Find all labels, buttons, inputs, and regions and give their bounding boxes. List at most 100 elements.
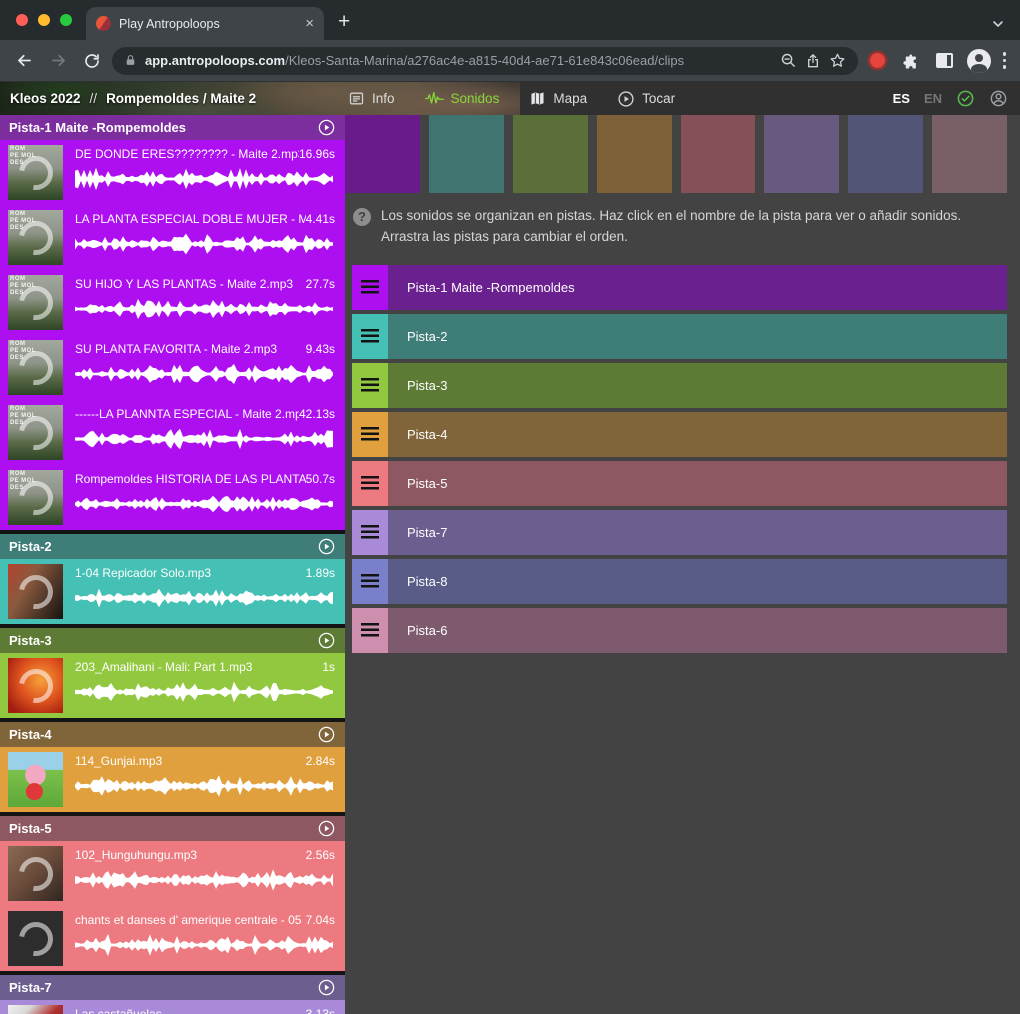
track-row-name[interactable]: Pista-2 xyxy=(388,314,1007,359)
waveform xyxy=(75,361,335,387)
track-row-pista1[interactable]: Pista-1 Maite -Rompemoldes xyxy=(352,265,1007,310)
recording-indicator-icon[interactable] xyxy=(870,53,885,68)
clip-title: DE DONDE ERES???????? - Maite 2.mp3 xyxy=(75,147,299,161)
breadcrumb-project[interactable]: Kleos 2022 xyxy=(10,91,81,106)
track-name: Pista-4 xyxy=(9,727,52,742)
account-icon[interactable] xyxy=(989,89,1008,108)
new-tab-button[interactable]: + xyxy=(338,10,350,34)
drag-handle-icon[interactable] xyxy=(352,608,388,653)
audio-clip[interactable]: 203_Amalihani - Mali: Part 1.mp3 1s xyxy=(0,653,345,718)
drag-handle-icon[interactable] xyxy=(352,461,388,506)
track-name: Pista-3 xyxy=(9,633,52,648)
audio-clip[interactable]: 102_Hunguhungu.mp3 2.56s xyxy=(0,841,345,906)
track-row-pista3[interactable]: Pista-3 xyxy=(352,363,1007,408)
extensions-puzzle-icon[interactable] xyxy=(897,47,925,75)
audio-clip[interactable]: 1-04 Repicador Solo.mp3 1.89s xyxy=(0,559,345,624)
tab-sonidos[interactable]: Sonidos xyxy=(425,91,500,106)
status-check-icon[interactable] xyxy=(956,89,975,108)
clip-duration: 1.89s xyxy=(306,566,335,580)
clip-thumbnail xyxy=(8,1005,63,1014)
play-track-button[interactable] xyxy=(317,118,336,137)
clip-title: Las castañuelas xyxy=(75,1007,306,1014)
track-header[interactable]: Pista-7 xyxy=(0,975,345,1000)
audio-clip[interactable]: ROM PE MOL DES ------LA PLANNTA ESPECIAL… xyxy=(0,400,345,465)
close-window-button[interactable] xyxy=(16,14,28,26)
track-row-name[interactable]: Pista-6 xyxy=(388,608,1007,653)
track-row-name[interactable]: Pista-5 xyxy=(388,461,1007,506)
waveform xyxy=(75,491,335,517)
bookmark-star-icon[interactable] xyxy=(829,52,846,69)
tab-mapa[interactable]: Mapa xyxy=(529,90,587,107)
breadcrumb-separator: // xyxy=(90,91,98,106)
tab-info[interactable]: Info xyxy=(348,90,395,107)
audio-clip[interactable]: ROM PE MOL DES SU PLANTA FAVORITA - Mait… xyxy=(0,335,345,400)
clip-duration: 42.13s xyxy=(299,407,335,421)
address-bar[interactable]: app.antropoloops.com/Kleos-Santa-Marina/… xyxy=(112,47,858,75)
browser-menu-icon[interactable] xyxy=(999,52,1011,69)
color-swatch xyxy=(429,115,504,193)
breadcrumb-path[interactable]: Rompemoldes / Maite 2 xyxy=(106,91,256,106)
track-row-name[interactable]: Pista-3 xyxy=(388,363,1007,408)
audio-clip[interactable]: ROM PE MOL DES LA PLANTA ESPECIAL DOBLE … xyxy=(0,205,345,270)
play-track-button[interactable] xyxy=(317,537,336,556)
back-button[interactable] xyxy=(10,47,38,75)
track-list: Pista-1 Maite -Rompemoldes Pista-2 Pista… xyxy=(352,265,1007,653)
minimize-window-button[interactable] xyxy=(38,14,50,26)
browser-tabstrip: Play Antropoloops × + xyxy=(0,0,1020,40)
track-row-name[interactable]: Pista-8 xyxy=(388,559,1007,604)
drag-handle-icon[interactable] xyxy=(352,363,388,408)
side-panel-icon[interactable] xyxy=(931,47,959,75)
help-text: Los sonidos se organizan en pistas. Haz … xyxy=(381,206,1006,248)
browser-tab[interactable]: Play Antropoloops × xyxy=(86,7,324,40)
play-track-button[interactable] xyxy=(317,978,336,997)
track-header[interactable]: Pista-5 xyxy=(0,816,345,841)
tab-sonidos-label: Sonidos xyxy=(451,91,500,106)
drag-handle-icon[interactable] xyxy=(352,510,388,555)
track-header[interactable]: Pista-2 xyxy=(0,534,345,559)
track-header[interactable]: Pista-4 xyxy=(0,722,345,747)
track-row-pista4[interactable]: Pista-4 xyxy=(352,412,1007,457)
play-track-button[interactable] xyxy=(317,819,336,838)
drag-handle-icon[interactable] xyxy=(352,412,388,457)
header-right-controls: ES EN xyxy=(893,89,1020,108)
profile-avatar[interactable] xyxy=(965,47,993,75)
tab-search-chevron-icon[interactable] xyxy=(990,16,1006,32)
url-host: app.antropoloops.com xyxy=(145,53,285,68)
track-row-pista2[interactable]: Pista-2 xyxy=(352,314,1007,359)
audio-clip[interactable]: ROM PE MOL DES SU HIJO Y LAS PLANTAS - M… xyxy=(0,270,345,335)
help-banner: ? Los sonidos se organizan en pistas. Ha… xyxy=(353,206,1006,248)
tab-close-icon[interactable]: × xyxy=(305,16,314,31)
audio-clip[interactable]: ROM PE MOL DES DE DONDE ERES???????? - M… xyxy=(0,140,345,205)
track-row-name[interactable]: Pista-4 xyxy=(388,412,1007,457)
tab-info-label: Info xyxy=(372,91,395,106)
reload-button[interactable] xyxy=(78,47,106,75)
waveform xyxy=(75,932,335,958)
audio-clip[interactable]: Las castañuelas 3.13s xyxy=(0,1000,345,1014)
zoom-window-button[interactable] xyxy=(60,14,72,26)
play-track-button[interactable] xyxy=(317,725,336,744)
drag-handle-icon[interactable] xyxy=(352,265,388,310)
browser-toolbar: app.antropoloops.com/Kleos-Santa-Marina/… xyxy=(0,40,1020,82)
track-row-pista8[interactable]: Pista-8 xyxy=(352,559,1007,604)
track-header[interactable]: Pista-3 xyxy=(0,628,345,653)
audio-clip[interactable]: 114_Gunjai.mp3 2.84s xyxy=(0,747,345,812)
clip-title: SU PLANTA FAVORITA - Maite 2.mp3 xyxy=(75,342,306,356)
forward-button[interactable] xyxy=(44,47,72,75)
play-track-button[interactable] xyxy=(317,631,336,650)
audio-clip[interactable]: chants et danses d' amerique centrale - … xyxy=(0,906,345,971)
lang-es-button[interactable]: ES xyxy=(893,91,910,106)
audio-clip[interactable]: ROM PE MOL DES Rompemoldes HISTORIA DE L… xyxy=(0,465,345,530)
drag-handle-icon[interactable] xyxy=(352,314,388,359)
track-row-pista6[interactable]: Pista-6 xyxy=(352,608,1007,653)
track-row-pista5[interactable]: Pista-5 xyxy=(352,461,1007,506)
share-icon[interactable] xyxy=(805,53,821,69)
track-row-name[interactable]: Pista-1 Maite -Rompemoldes xyxy=(388,265,1007,310)
track-header[interactable]: Pista-1 Maite -Rompemoldes xyxy=(0,115,345,140)
color-swatch xyxy=(681,115,756,193)
lang-en-button[interactable]: EN xyxy=(924,91,942,106)
track-row-pista7[interactable]: Pista-7 xyxy=(352,510,1007,555)
track-row-name[interactable]: Pista-7 xyxy=(388,510,1007,555)
drag-handle-icon[interactable] xyxy=(352,559,388,604)
tab-tocar[interactable]: Tocar xyxy=(617,90,675,108)
zoom-page-icon[interactable] xyxy=(780,52,797,69)
